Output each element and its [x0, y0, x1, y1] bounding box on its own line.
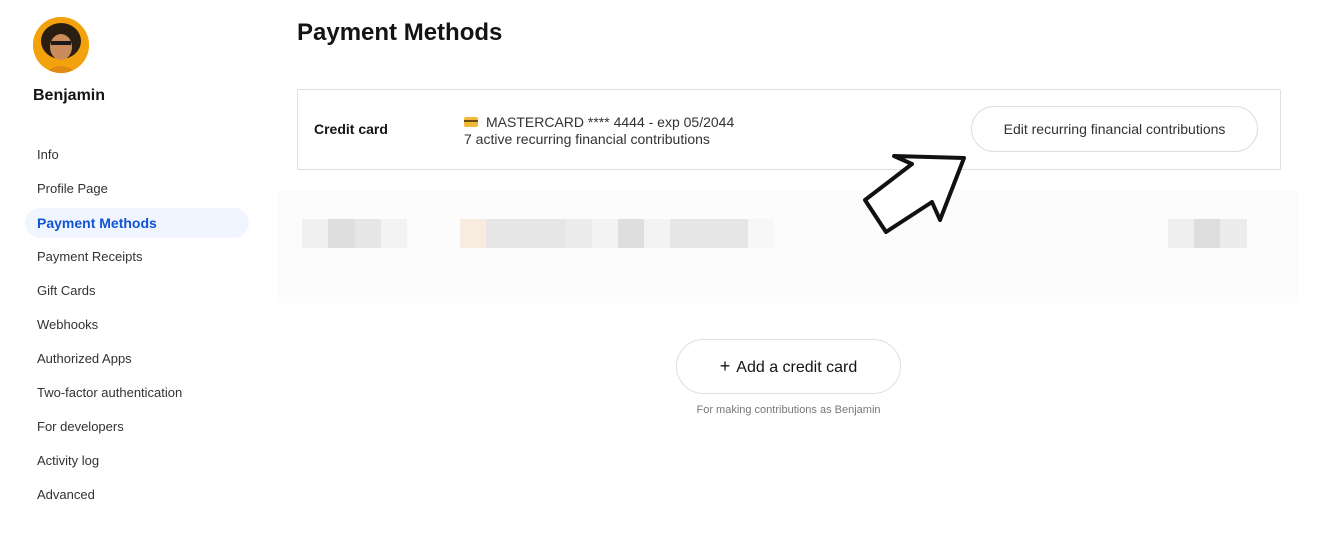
plus-icon: +	[719, 356, 731, 376]
card-type-label: Credit card	[314, 121, 388, 137]
placeholder-block	[460, 219, 486, 248]
sidebar-item-profile-page[interactable]: Profile Page	[25, 174, 249, 204]
placeholder-block	[381, 219, 407, 248]
placeholder-block	[1220, 219, 1247, 248]
placeholder-block	[328, 219, 355, 248]
add-card-hint: For making contributions as Benjamin	[696, 404, 881, 416]
sidebar-item-for-developers[interactable]: For developers	[25, 412, 249, 442]
avatar-image	[33, 17, 89, 73]
username: Benjamin	[33, 87, 106, 104]
sidebar-item-info[interactable]: Info	[25, 140, 249, 170]
placeholder-block	[486, 219, 566, 248]
add-credit-card-button[interactable]: + Add a credit card	[676, 339, 901, 394]
placeholder-block	[618, 219, 644, 248]
placeholder-block	[1194, 219, 1220, 248]
sidebar-item-payment-receipts[interactable]: Payment Receipts	[25, 242, 249, 272]
blurred-placeholder-row	[277, 190, 1299, 303]
add-credit-card-label: Add a credit card	[736, 359, 858, 376]
placeholder-block	[302, 219, 328, 248]
card-info: MASTERCARD **** 4444 - exp 05/2044 7 act…	[464, 114, 734, 148]
placeholder-block	[592, 219, 618, 248]
credit-card-icon	[464, 117, 478, 127]
sidebar-item-gift-cards[interactable]: Gift Cards	[25, 276, 249, 306]
sidebar-item-two-factor[interactable]: Two-factor authentication	[25, 378, 249, 408]
sidebar-item-payment-methods[interactable]: Payment Methods	[25, 208, 249, 238]
card-number: MASTERCARD **** 4444 - exp 05/2044	[486, 114, 735, 130]
placeholder-block	[566, 219, 592, 248]
page-title: Payment Methods	[297, 19, 503, 46]
sidebar-item-advanced[interactable]: Advanced	[25, 480, 249, 510]
placeholder-block	[355, 219, 381, 248]
avatar	[33, 17, 89, 73]
settings-menu: Info Profile Page Payment Methods Paymen…	[25, 140, 249, 514]
edit-recurring-contributions-button[interactable]: Edit recurring financial contributions	[971, 106, 1258, 152]
active-contributions: 7 active recurring financial contributio…	[464, 131, 710, 147]
sidebar-item-activity-log[interactable]: Activity log	[25, 446, 249, 476]
placeholder-block	[748, 219, 774, 248]
sidebar-item-authorized-apps[interactable]: Authorized Apps	[25, 344, 249, 374]
arrow-annotation-icon	[863, 154, 966, 234]
placeholder-block	[670, 219, 748, 248]
sidebar-item-webhooks[interactable]: Webhooks	[25, 310, 249, 340]
payment-method-card: Credit card MASTERCARD **** 4444 - exp 0…	[297, 89, 1281, 170]
placeholder-block	[1168, 219, 1194, 248]
placeholder-block	[644, 219, 670, 248]
